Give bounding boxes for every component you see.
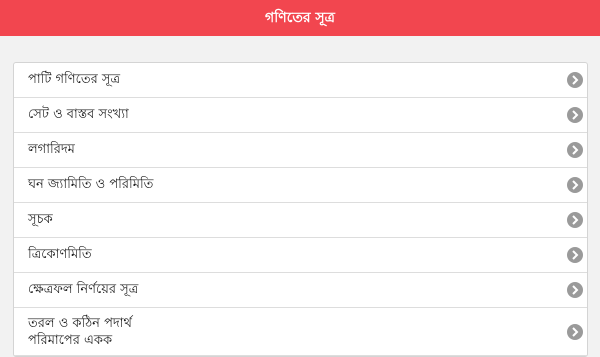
list-item-label-line-2: পরিমাপের একক: [28, 332, 113, 348]
chevron-right-icon: [567, 212, 583, 228]
list-item-label: ঘন জ্যামিতি ও পরিমিতি: [28, 176, 154, 192]
list-item-label: তরল ও কঠিন পদার্থ পরিমাপের একক: [28, 315, 587, 349]
list-item-label: লগারিদম: [28, 141, 75, 157]
list-item-measurement-units[interactable]: তরল ও কঠিন পদার্থ পরিমাপের একক: [14, 308, 587, 356]
chevron-right-icon: [567, 282, 583, 298]
list-item-trigonometry[interactable]: ত্রিকোণমিতি: [14, 238, 587, 273]
list-item-solid-geometry[interactable]: ঘন জ্যামিতি ও পরিমিতি: [14, 168, 587, 203]
list-item-logarithm[interactable]: লগারিদম: [14, 133, 587, 168]
list-item-area-formulas[interactable]: ক্ষেত্রফল নির্ণয়ের সূত্র: [14, 273, 587, 308]
formula-topic-list: পাটি গণিতের সূত্র সেট ও বাস্তব সংখ্যা লগ…: [13, 62, 588, 357]
chevron-right-icon: [567, 323, 583, 340]
chevron-right-icon: [567, 177, 583, 193]
chevron-right-icon: [567, 72, 583, 88]
app-header: গণিতের সূত্র: [0, 0, 600, 36]
page-title: গণিতের সূত্র: [265, 10, 335, 26]
list-item-label-line-1: তরল ও কঠিন পদার্থ: [28, 315, 132, 331]
list-item-set-real-numbers[interactable]: সেট ও বাস্তব সংখ্যা: [14, 98, 587, 133]
list-item-label: সূচক: [28, 211, 53, 227]
list-item-arithmetic-formulas[interactable]: পাটি গণিতের সূত্র: [14, 63, 587, 98]
list-item-label: ক্ষেত্রফল নির্ণয়ের সূত্র: [28, 281, 139, 297]
chevron-right-icon: [567, 247, 583, 263]
list-item-label: পাটি গণিতের সূত্র: [28, 71, 121, 87]
list-item-exponent[interactable]: সূচক: [14, 203, 587, 238]
list-item-label: ত্রিকোণমিতি: [28, 246, 92, 262]
list-item-label: সেট ও বাস্তব সংখ্যা: [28, 106, 129, 122]
chevron-right-icon: [567, 142, 583, 158]
chevron-right-icon: [567, 107, 583, 123]
